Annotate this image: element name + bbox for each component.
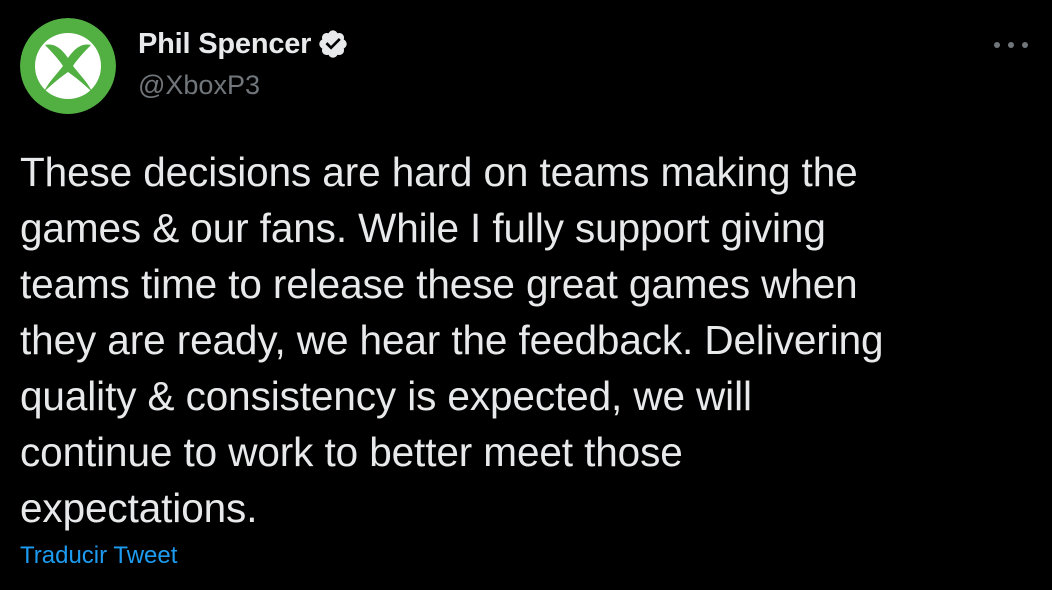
display-name[interactable]: Phil Spencer [138, 28, 311, 61]
xbox-logo-icon [20, 18, 116, 114]
user-handle[interactable]: @XboxP3 [138, 70, 349, 101]
more-options-icon[interactable] [994, 38, 1028, 52]
author-block: Phil Spencer @XboxP3 [138, 24, 349, 101]
dot [1022, 42, 1028, 48]
verified-badge-icon [317, 28, 349, 60]
dot [1008, 42, 1014, 48]
translate-tweet-link[interactable]: Traducir Tweet [20, 542, 177, 570]
dot [994, 42, 1000, 48]
tweet-card: Phil Spencer @XboxP3 These decisions are… [0, 0, 1052, 590]
avatar[interactable] [20, 18, 116, 114]
name-row: Phil Spencer [138, 24, 349, 64]
tweet-text: These decisions are hard on teams making… [20, 149, 884, 531]
